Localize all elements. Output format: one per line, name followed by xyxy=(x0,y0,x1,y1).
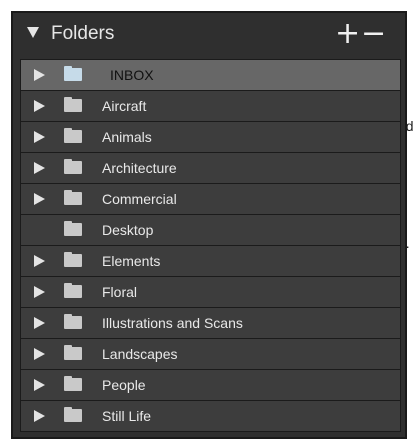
folder-list: INBOX Aircraft Animals Architecture Comm… xyxy=(20,59,401,432)
folder-label: Animals xyxy=(102,129,152,145)
expand-arrow-icon[interactable] xyxy=(34,348,45,360)
folders-title: Folders xyxy=(51,23,115,44)
folder-row-inbox[interactable]: INBOX xyxy=(21,60,400,91)
folder-row-floral[interactable]: Floral xyxy=(21,277,400,308)
expand-arrow-icon[interactable] xyxy=(34,255,45,267)
expand-arrow-icon[interactable] xyxy=(34,317,45,329)
expand-arrow-icon[interactable] xyxy=(34,131,45,143)
expand-arrow-icon[interactable] xyxy=(34,162,45,174)
folder-row-architecture[interactable]: Architecture xyxy=(21,153,400,184)
folders-panel: Folders + − INBOX Aircraft Animals Archi… xyxy=(11,11,407,439)
folder-label: Still Life xyxy=(102,408,152,424)
collapse-triangle-icon[interactable] xyxy=(27,27,39,38)
folder-label: INBOX xyxy=(110,67,154,83)
folder-icon xyxy=(64,314,82,329)
expand-arrow-icon[interactable] xyxy=(34,379,45,391)
expand-arrow-icon[interactable] xyxy=(34,410,45,422)
folder-icon xyxy=(64,66,82,81)
add-folder-button[interactable]: + xyxy=(335,19,360,49)
folder-label: Commercial xyxy=(102,191,177,207)
expand-arrow-icon[interactable] xyxy=(34,100,45,112)
folder-icon xyxy=(64,345,82,360)
folder-label: Aircraft xyxy=(102,98,147,114)
folder-icon xyxy=(64,376,82,391)
folder-row-commercial[interactable]: Commercial xyxy=(21,184,400,215)
folder-row-still-life[interactable]: Still Life xyxy=(21,401,400,432)
remove-folder-button[interactable]: − xyxy=(361,19,386,49)
folder-icon xyxy=(64,190,82,205)
folder-icon xyxy=(64,128,82,143)
folders-header: Folders + − xyxy=(13,13,405,59)
folder-label: Elements xyxy=(102,253,161,269)
folder-label: Desktop xyxy=(102,222,154,238)
folder-row-illustrations-and-scans[interactable]: Illustrations and Scans xyxy=(21,308,400,339)
folder-row-landscapes[interactable]: Landscapes xyxy=(21,339,400,370)
folder-icon xyxy=(64,97,82,112)
folder-label: People xyxy=(102,377,146,393)
folder-label: Landscapes xyxy=(102,346,178,362)
folder-label: Illustrations and Scans xyxy=(102,315,243,331)
folder-row-desktop[interactable]: Desktop xyxy=(21,215,400,246)
folder-icon xyxy=(64,159,82,174)
folder-row-people[interactable]: People xyxy=(21,370,400,401)
folder-row-aircraft[interactable]: Aircraft xyxy=(21,91,400,122)
folder-row-elements[interactable]: Elements xyxy=(21,246,400,277)
folder-icon xyxy=(64,283,82,298)
expand-arrow-icon[interactable] xyxy=(34,286,45,298)
folder-label: Architecture xyxy=(102,160,177,176)
folder-row-animals[interactable]: Animals xyxy=(21,122,400,153)
expand-arrow-icon[interactable] xyxy=(34,69,45,81)
expand-arrow-icon[interactable] xyxy=(34,193,45,205)
folder-icon xyxy=(64,407,82,422)
folder-icon xyxy=(64,252,82,267)
folder-icon xyxy=(64,221,82,236)
folder-label: Floral xyxy=(102,284,138,300)
